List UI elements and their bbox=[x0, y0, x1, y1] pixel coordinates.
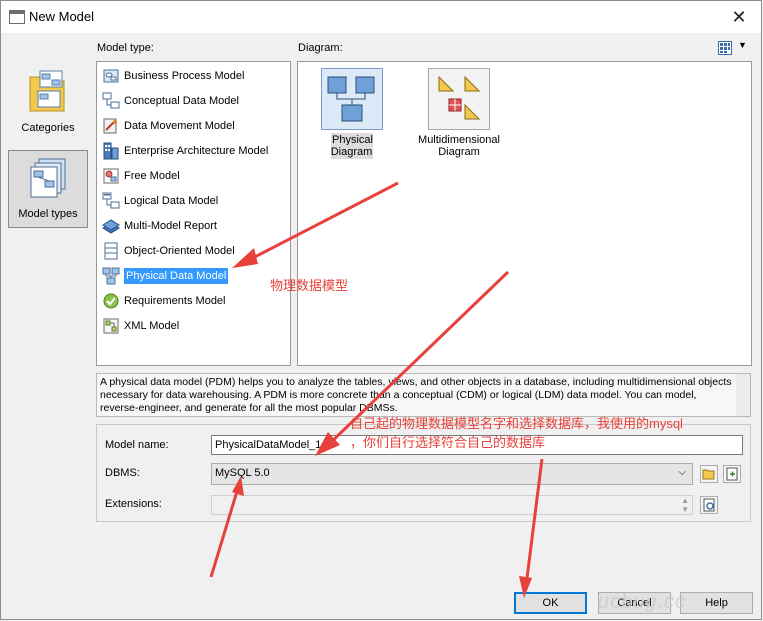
folder-icon bbox=[702, 469, 715, 480]
business-process-icon bbox=[103, 69, 119, 83]
diagram-panel: Physical Diagram Multidimensional Diagra… bbox=[297, 61, 752, 366]
diagram-heading: Diagram: bbox=[298, 42, 343, 54]
new-file-icon bbox=[726, 467, 738, 481]
free-model-icon bbox=[103, 168, 119, 184]
model-type-logical-data[interactable]: Logical Data Model bbox=[101, 190, 218, 212]
extensions-field: ▲ ▼ bbox=[211, 495, 693, 515]
dbms-selected-value: MySQL 5.0 bbox=[215, 467, 270, 479]
description-text: A physical data model (PDM) helps you to… bbox=[100, 376, 732, 414]
model-description: A physical data model (PDM) helps you to… bbox=[96, 373, 751, 417]
model-type-physical-data[interactable]: Physical Data Model bbox=[101, 265, 229, 287]
select-icon bbox=[703, 498, 715, 512]
stepper-icon: ▲ ▼ bbox=[681, 496, 689, 514]
object-oriented-icon bbox=[104, 242, 118, 260]
multidimensional-diagram-icon bbox=[438, 75, 481, 120]
model-type-data-movement[interactable]: Data Movement Model bbox=[101, 115, 235, 137]
diagram-label: Multidimensional Diagram bbox=[418, 134, 500, 158]
xml-model-icon bbox=[103, 318, 119, 334]
physical-data-icon bbox=[102, 267, 120, 285]
model-type-enterprise-architecture[interactable]: Enterprise Architecture Model bbox=[101, 140, 268, 162]
diagram-multidimensional[interactable]: Multidimensional Diagram bbox=[417, 68, 501, 158]
grid-view-icon bbox=[718, 41, 732, 55]
new-model-dialog: New Model ✕ Categories Model types Model… bbox=[0, 0, 762, 620]
physical-diagram-icon bbox=[327, 76, 375, 122]
extensions-label: Extensions: bbox=[105, 498, 162, 510]
title-bar: New Model ✕ bbox=[1, 1, 761, 33]
watermark: ucbug.cc bbox=[598, 591, 687, 613]
requirements-icon bbox=[103, 293, 119, 309]
model-types-icon bbox=[30, 158, 66, 198]
new-dbms-button[interactable] bbox=[723, 465, 741, 483]
window-title: New Model bbox=[29, 9, 95, 24]
data-movement-icon bbox=[103, 118, 117, 134]
category-model-types[interactable]: Model types bbox=[8, 150, 88, 228]
categories-icon bbox=[29, 70, 65, 112]
model-type-business-process[interactable]: Business Process Model bbox=[101, 65, 244, 87]
model-type-list: Business Process Model Conceptual Data M… bbox=[96, 61, 291, 366]
enterprise-architecture-icon bbox=[103, 142, 119, 160]
diagram-label: Physical Diagram bbox=[330, 133, 374, 159]
model-type-conceptual-data[interactable]: Conceptual Data Model bbox=[101, 90, 239, 112]
browse-dbms-button[interactable] bbox=[700, 465, 718, 483]
model-name-label: Model name: bbox=[105, 439, 169, 451]
dbms-select[interactable]: MySQL 5.0 ⌵ bbox=[211, 463, 693, 485]
model-type-free-model[interactable]: Free Model bbox=[101, 165, 180, 187]
description-scrollbar[interactable] bbox=[736, 374, 750, 416]
close-icon[interactable]: ✕ bbox=[727, 5, 751, 29]
model-type-object-oriented[interactable]: Object-Oriented Model bbox=[101, 240, 235, 262]
category-label: Categories bbox=[21, 122, 75, 134]
view-mode-button[interactable]: ▼ bbox=[718, 40, 750, 56]
ok-button[interactable]: OK bbox=[514, 592, 587, 614]
model-type-xml-model[interactable]: XML Model bbox=[101, 315, 179, 337]
category-label: Model types bbox=[18, 208, 78, 220]
model-type-heading: Model type: bbox=[97, 42, 154, 54]
annotation-name-line2: ，你们自行选择符合自己的数据库 bbox=[350, 435, 546, 450]
diagram-physical[interactable]: Physical Diagram bbox=[310, 68, 394, 159]
model-type-requirements[interactable]: Requirements Model bbox=[101, 290, 226, 312]
annotation-pdm: 物理数据模型 bbox=[270, 278, 349, 293]
window-icon bbox=[9, 10, 25, 24]
extensions-options-button[interactable] bbox=[700, 496, 718, 514]
logical-data-icon bbox=[102, 192, 120, 209]
category-categories[interactable]: Categories bbox=[8, 63, 88, 141]
multi-model-report-icon bbox=[102, 219, 120, 234]
dbms-label: DBMS: bbox=[105, 467, 140, 479]
conceptual-data-icon bbox=[102, 92, 120, 109]
chevron-down-icon: ⌵ bbox=[678, 467, 686, 478]
chevron-down-icon: ▼ bbox=[738, 40, 747, 50]
help-button[interactable]: Help bbox=[680, 592, 753, 614]
annotation-name-line1: 自己起的物理数据模型名字和选择数据库，我使用的mysql bbox=[350, 416, 683, 431]
model-type-multi-model-report[interactable]: Multi-Model Report bbox=[101, 215, 217, 237]
